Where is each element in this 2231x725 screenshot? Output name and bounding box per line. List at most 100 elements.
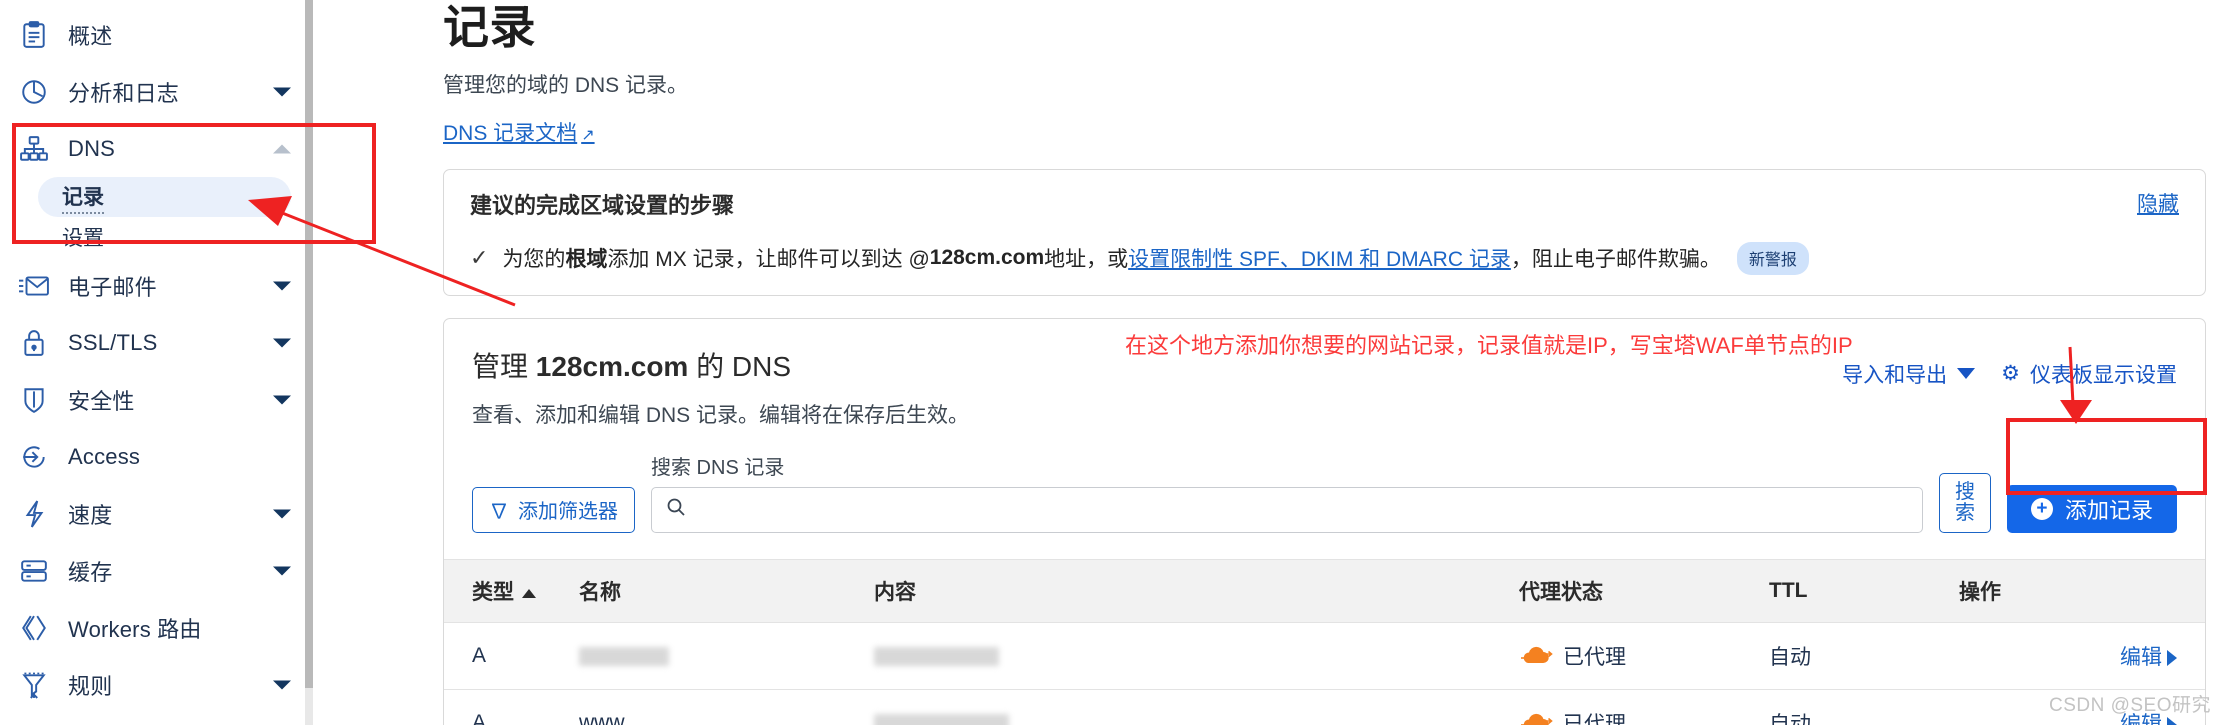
manage-subtitle: 查看、添加和编辑 DNS 记录。编辑将在保存后生效。 (472, 403, 970, 427)
dashboard-display-settings-label: 仪表板显示设置 (2030, 363, 2177, 387)
chevron-down-icon[interactable] (273, 338, 291, 347)
sidebar-item-analytics[interactable]: 分析和日志 (0, 63, 313, 120)
add-record-button[interactable]: + 添加记录 (2006, 484, 2177, 533)
watermark: CSDN @SEO研究 (2048, 695, 2211, 716)
table-body: A 已代理 自动 编辑 A www 已代理 自动 编辑 (444, 622, 2205, 725)
sidebar-label: 规则 (68, 673, 113, 699)
sidebar: 概述 分析和日志 DNS 记录 设置 电子邮件 SSL/TLS 安全性 Acce… (0, 0, 313, 725)
app-root: 概述 分析和日志 DNS 记录 设置 电子邮件 SSL/TLS 安全性 Acce… (0, 0, 2231, 725)
import-export-label: 导入和导出 (1842, 363, 1948, 387)
dns-docs-link[interactable]: DNS 记录文档 ↗ (443, 117, 595, 147)
dns-docs-link-label: DNS 记录文档 (443, 121, 578, 145)
redacted-value (874, 713, 1009, 725)
import-export-button[interactable]: 导入和导出 (1842, 359, 1976, 389)
manage-title: 管理 128cm.com 的 DNS (472, 345, 969, 385)
banner-text-3: 添加 MX 记录，让邮件可以到达 @ (607, 248, 930, 272)
sidebar-scrollbar-thumb[interactable] (305, 0, 313, 688)
chevron-down-icon[interactable] (273, 680, 291, 689)
shield-icon (17, 385, 51, 415)
cloud-icon[interactable] (1519, 712, 1553, 725)
sidebar-item-security[interactable]: 安全性 (0, 371, 313, 428)
sidebar-label: 安全性 (68, 388, 135, 414)
sidebar-item-speed[interactable]: 速度 (0, 485, 313, 542)
caret-right-icon (2167, 649, 2177, 666)
cell-name: www (579, 689, 874, 725)
chevron-down-icon[interactable] (273, 566, 291, 575)
workers-icon (17, 613, 51, 643)
edit-label: 编辑 (2120, 645, 2162, 669)
column-header-type[interactable]: 类型 (444, 558, 579, 623)
column-header-content[interactable]: 内容 (874, 558, 1519, 623)
search-dns-records: 搜索 DNS 记录 (651, 451, 1923, 533)
cell-content (874, 689, 1519, 725)
sidebar-item-cache[interactable]: 缓存 (0, 542, 313, 599)
chevron-up-icon[interactable] (273, 144, 291, 153)
cell-type: A (444, 689, 579, 725)
sidebar-sublabel: 记录 (62, 181, 104, 214)
external-link-icon: ↗ (581, 126, 595, 144)
setup-steps-banner: 建议的完成区域设置的步骤 隐藏 ✓ 为您的 根域 添加 MX 记录，让邮件可以到达 … (443, 168, 2206, 296)
new-alert-badge: 新警报 (1736, 241, 1809, 275)
sidebar-item-dns[interactable]: DNS (0, 120, 313, 177)
edit-record-button[interactable]: 编辑 (2120, 646, 2177, 669)
dns-records-table: 类型 名称 内容 代理状态 TTL 操作 A 已代理 自动 编辑 A www 已… (444, 558, 2205, 725)
sidebar-sublabel: 设置 (62, 227, 104, 250)
cell-proxy-status: 已代理 (1519, 622, 1769, 690)
sidebar-item-access[interactable]: Access (0, 428, 313, 485)
search-box[interactable] (651, 486, 1923, 533)
search-button-label-1: 搜 (1954, 480, 1975, 503)
banner-text-7: ，阻止电子邮件欺骗。 (1510, 248, 1721, 272)
table-row: A www 已代理 自动 编辑 (444, 689, 2205, 725)
cloud-icon[interactable] (1519, 645, 1553, 667)
search-button[interactable]: 搜 索 (1938, 472, 1991, 533)
column-header-proxy-status[interactable]: 代理状态 (1519, 558, 1769, 623)
proxy-status-label: 已代理 (1563, 712, 1626, 725)
check-icon: ✓ (470, 245, 489, 271)
proxy-status-label: 已代理 (1563, 645, 1626, 669)
search-input[interactable] (696, 498, 1922, 522)
chevron-down-icon[interactable] (273, 509, 291, 518)
analytics-icon (17, 77, 51, 107)
sidebar-item-records[interactable]: 记录 (38, 177, 291, 217)
sidebar-label: 概述 (68, 23, 113, 49)
lock-icon (17, 328, 51, 358)
sidebar-item-settings[interactable]: 设置 (38, 217, 291, 257)
access-arrow-icon (17, 442, 51, 472)
redacted-value (874, 646, 999, 666)
sidebar-item-rules[interactable]: 规则 (0, 656, 313, 713)
banner-title: 建议的完成区域设置的步骤 (470, 192, 735, 218)
banner-hide-link[interactable]: 隐藏 (2137, 188, 2179, 218)
sidebar-item-overview[interactable]: 概述 (0, 6, 313, 63)
add-filter-label: 添加筛选器 (518, 501, 618, 524)
bolt-icon (17, 499, 51, 529)
column-header-name[interactable]: 名称 (579, 558, 874, 623)
cell-name (579, 622, 874, 690)
add-filter-button[interactable]: ∇ 添加筛选器 (472, 486, 635, 533)
column-label: 类型 (472, 580, 514, 604)
chevron-down-icon[interactable] (273, 87, 291, 96)
sidebar-item-network[interactable]: 网络 (0, 713, 313, 725)
sidebar-label: 分析和日志 (68, 80, 180, 106)
table-head: 类型 名称 内容 代理状态 TTL 操作 (444, 558, 2205, 623)
gear-icon: ⚙ (2001, 362, 2020, 386)
banner-text-root-domain: 根域 (565, 248, 608, 272)
dns-records-card: 管理 128cm.com 的 DNS 查看、添加和编辑 DNS 记录。编辑将在保… (443, 317, 2206, 725)
column-header-ttl[interactable]: TTL (1769, 558, 1959, 623)
envelope-icon (17, 271, 51, 301)
cell-ttl: 自动 (1769, 689, 1959, 725)
banner-spf-dkim-dmarc-link[interactable]: 设置限制性 SPF、DKIM 和 DMARC 记录 (1128, 243, 1511, 273)
chevron-down-icon[interactable] (273, 395, 291, 404)
caret-right-icon (2167, 716, 2177, 725)
chevron-down-icon[interactable] (273, 281, 291, 290)
sidebar-scrollbar[interactable] (305, 0, 313, 725)
sidebar-item-workers-routes[interactable]: Workers 路由 (0, 599, 313, 656)
redacted-value (579, 646, 669, 666)
dashboard-display-settings-button[interactable]: ⚙ 仪表板显示设置 (2001, 359, 2177, 389)
cell-ttl: 自动 (1769, 622, 1959, 690)
sidebar-label: SSL/TLS (68, 329, 158, 355)
sidebar-item-ssl-tls[interactable]: SSL/TLS (0, 314, 313, 371)
sidebar-item-email[interactable]: 电子邮件 (0, 257, 313, 314)
chevron-down-icon (1957, 368, 1976, 380)
manage-title-suffix: 的 DNS (688, 350, 792, 382)
cell-actions: 编辑 (1959, 622, 2205, 690)
